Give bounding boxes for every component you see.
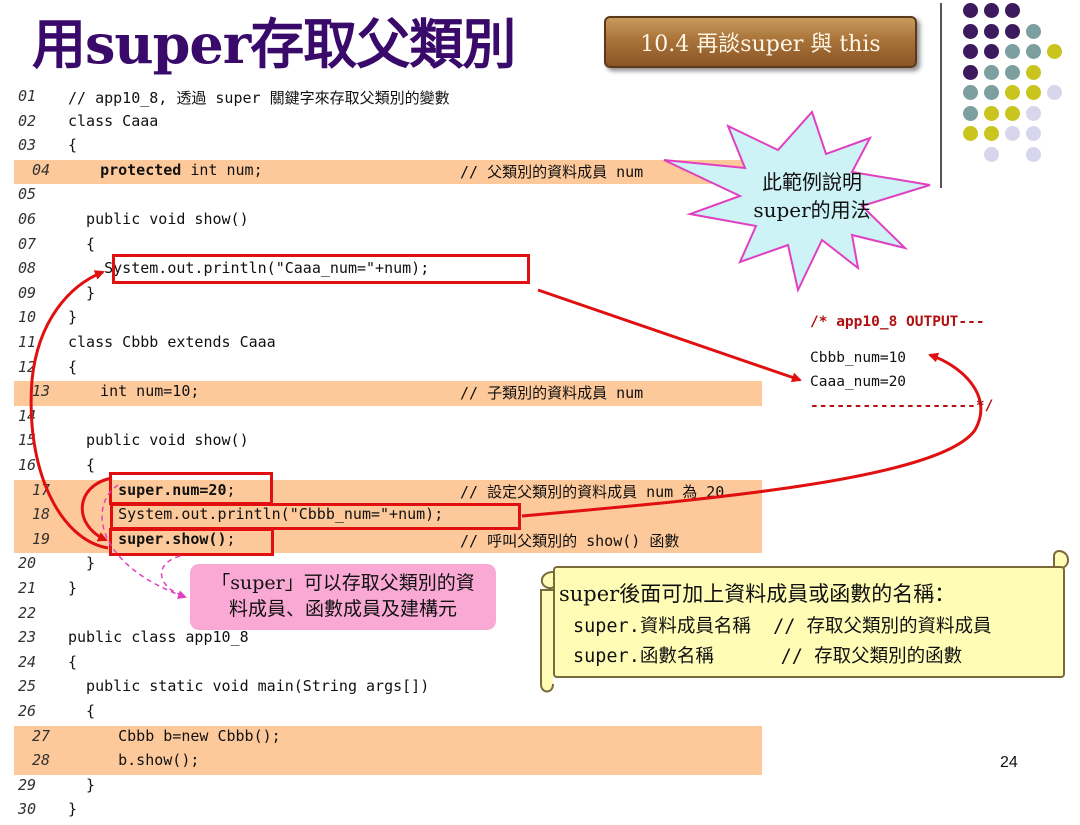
starburst-line1: 此範例說明 [762,170,862,194]
pink-callout-line1: 「super」可以存取父類別的資 [211,572,475,594]
scroll-note: super後面可加上資料成員或函數的名稱： super.資料成員名稱 // 存取… [553,566,1065,678]
output-line1: Cbbb_num=10 [810,350,907,366]
note-line2: super.函數名稱 // 存取父類別的函數 [573,646,963,667]
output-line2: Caaa_num=20 [810,374,907,390]
pink-callout: 「super」可以存取父類別的資 料成員、函數成員及建構元 [190,564,496,630]
starburst-callout: 此範例說明 super的用法 [712,168,912,224]
output-footer: -------------------*/ [810,398,994,414]
note-heading: super後面可加上資料成員或函數的名稱： [559,582,956,606]
page-number: 24 [1000,754,1018,771]
pink-callout-line2: 料成員、函數成員及建構元 [228,598,457,620]
starburst-line2: super的用法 [753,198,871,222]
note-line1: super.資料成員名稱 // 存取父類別的資料成員 [573,616,992,637]
output-header: /* app10_8 OUTPUT--- [810,314,985,330]
